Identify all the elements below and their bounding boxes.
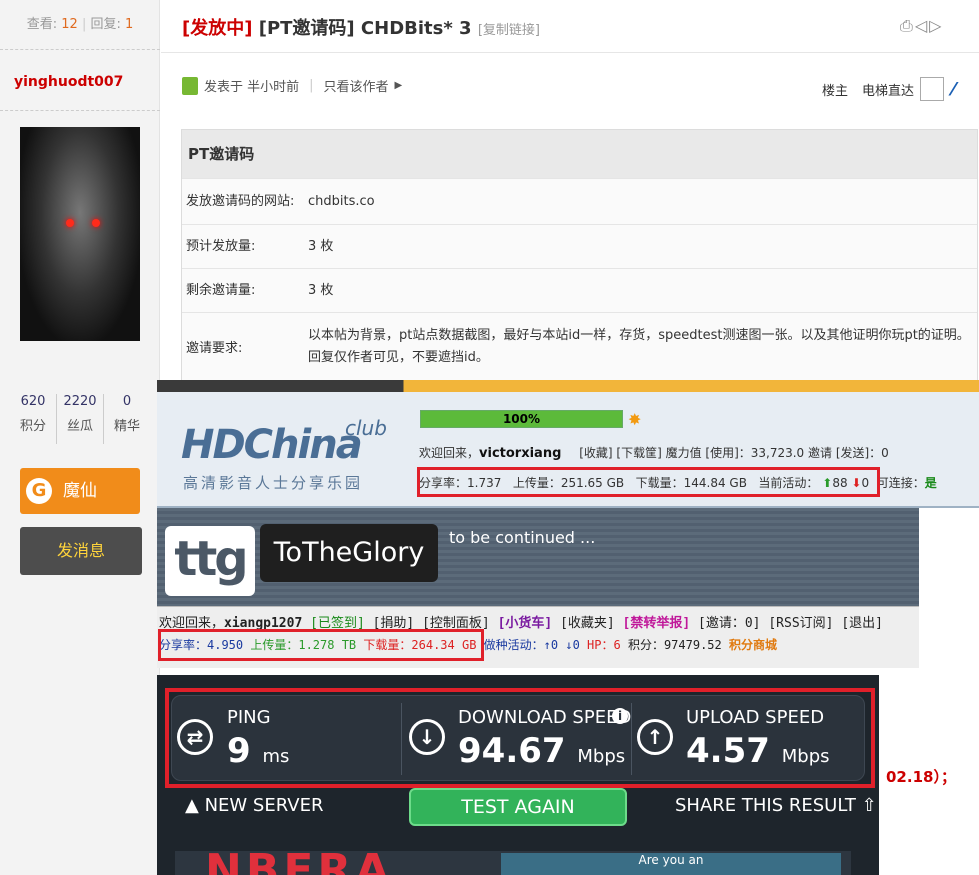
table-row: 发放邀请码的网站: chdbits.co (182, 178, 977, 224)
table-row: 剩余邀请量: 3 枚 (182, 268, 977, 312)
share-result-button[interactable]: SHARE THIS RESULT ⇧ (675, 795, 877, 816)
hdchina-screenshot: HDChina club 高清影音人士分享乐园 100% ✸ 欢迎回来，vict… (157, 380, 979, 508)
send-message-button[interactable]: 发消息 (20, 527, 142, 575)
views-label: 查看: (26, 17, 58, 32)
ad-banner[interactable]: NBERA Are you an (175, 851, 851, 875)
logo-subtitle: 高清影音人士分享乐园 (183, 474, 364, 492)
table-row: 预计发放量: 3 枚 (182, 224, 977, 268)
partial-text: 02.18）； (886, 768, 956, 786)
chevron-right-icon: ▶ (394, 80, 403, 91)
author-stats: 620 积分 2220 丝瓜 0 精华 (10, 394, 150, 444)
divider (0, 110, 160, 111)
author-name[interactable]: yinghuodt007 (14, 74, 123, 90)
divider (161, 52, 979, 53)
invite-info-table: PT邀请码 发放邀请码的网站: chdbits.co 预计发放量: 3 枚 剩余… (181, 129, 978, 381)
ad-text: NBERA (205, 851, 393, 875)
table-row: 邀请要求: 以本帖为背景，pt站点数据截图，最好与本站id一样，存货，speed… (182, 312, 977, 380)
hdchina-username: victorxiang (479, 446, 562, 461)
new-server-button[interactable]: ▲ NEW SERVER (185, 795, 323, 816)
prev-thread-icon[interactable]: ◁ (915, 16, 929, 35)
avatar-image (20, 127, 140, 341)
logo-club: club (345, 416, 387, 440)
highlight-box (417, 467, 880, 497)
views-count: 12 (61, 17, 78, 32)
stat-points[interactable]: 620 积分 (10, 394, 57, 444)
stat-essence[interactable]: 0 精华 (104, 394, 150, 444)
go-icon[interactable]: ⁄ (952, 79, 955, 100)
thread-title: [发放中] [PT邀请码] CHDBits* 3 [复制链接] (182, 18, 540, 39)
avatar-eye (92, 219, 100, 227)
copy-link[interactable]: [复制链接] (478, 23, 540, 38)
progress-bar: 100% (420, 410, 623, 428)
title-actions: ⎙◁▷ (900, 16, 943, 36)
magic-button[interactable]: G 魔仙 (20, 468, 140, 514)
floor-label: 楼主 (822, 83, 849, 99)
ttg-tagline: to be continued ... (449, 528, 596, 547)
banner-strip (157, 380, 979, 392)
replies-count: 1 (124, 17, 134, 32)
floor-jump-input[interactable] (920, 77, 945, 101)
hdchina-user-line: 欢迎回来，victorxiang [收藏] [下载筐] 魔力值 [使用]：33,… (419, 446, 889, 461)
status-tag: [发放中] (182, 18, 253, 39)
ttg-logo: ttg (165, 526, 255, 596)
table-heading: PT邀请码 (182, 130, 977, 178)
hdchina-logo: HDChina (181, 422, 363, 468)
stat-fans[interactable]: 2220 丝瓜 (57, 394, 104, 444)
location-icon: ▲ (185, 795, 199, 816)
test-again-button[interactable]: TEST AGAIN (409, 788, 627, 826)
avatar-eye (66, 219, 74, 227)
print-icon[interactable]: ⎙ (900, 16, 915, 35)
next-thread-icon[interactable]: ▷ (929, 16, 943, 35)
post-info: 发表于 半小时前 | 只看该作者 ▶ (182, 76, 402, 95)
replies-label: 回复: (90, 17, 121, 32)
star-icon: ✸ (628, 410, 642, 429)
elevator-label: 电梯直达 (862, 83, 915, 99)
highlight-box (165, 688, 875, 788)
highlight-box (158, 629, 484, 661)
ad-box: Are you an (501, 853, 841, 875)
post-nav: 楼主 电梯直达 ⁄ (822, 77, 955, 101)
speedtest-screenshot: ⇄ PING 9 ms ↓ DOWNLOAD SPEED i 94.67 Mbp… (157, 675, 879, 875)
ttg-screenshot: ttg ToTheGlory to be continued ... 欢迎回来，… (157, 508, 919, 668)
avatar[interactable] (20, 127, 140, 341)
g-icon: G (26, 478, 52, 504)
online-user-icon (182, 76, 198, 95)
ttg-name: ToTheGlory (260, 524, 438, 582)
share-icon: ⇧ (861, 795, 877, 816)
author-sidebar: 查看: 12 | 回复: 1 yinghuodt007 620 积分 2220 … (0, 0, 160, 875)
only-author-link[interactable]: 只看该作者 (324, 76, 389, 95)
thread-stats: 查看: 12 | 回复: 1 (0, 0, 160, 50)
